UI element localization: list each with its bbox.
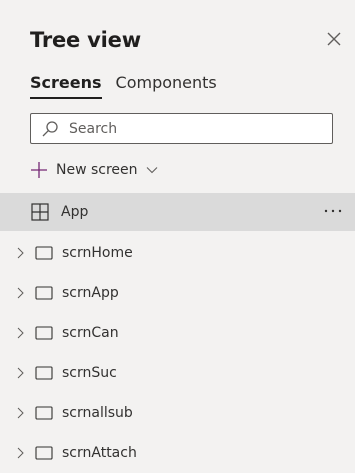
tree-item-screen[interactable]: scrnSuc	[0, 353, 355, 393]
screen-label: scrnallsub	[62, 405, 133, 421]
chevron-down-icon[interactable]	[146, 164, 158, 176]
chevron-right-icon[interactable]	[16, 407, 26, 419]
new-screen-button[interactable]: New screen	[30, 156, 158, 184]
search-input[interactable]: Search	[30, 113, 333, 144]
screen-icon	[35, 446, 53, 460]
app-icon	[31, 203, 49, 221]
screen-label: scrnAttach	[62, 445, 137, 461]
screen-list: scrnHome scrnApp scrnCan scrnSuc scrnall…	[0, 233, 355, 473]
screen-label: scrnHome	[62, 245, 133, 261]
screen-icon	[35, 366, 53, 380]
tree-view-panel: Tree view Screens Components Search New …	[0, 0, 355, 471]
tab-bar: Screens Components	[30, 73, 217, 99]
chevron-right-icon[interactable]	[16, 447, 26, 459]
tree-item-app[interactable]: App	[0, 193, 355, 231]
panel-title: Tree view	[30, 28, 141, 52]
new-screen-label: New screen	[56, 162, 138, 178]
screen-label: scrnApp	[62, 285, 119, 301]
chevron-right-icon[interactable]	[16, 327, 26, 339]
close-icon	[327, 32, 341, 46]
tree-item-screen[interactable]: scrnallsub	[0, 393, 355, 433]
screen-icon	[35, 246, 53, 260]
search-icon	[42, 120, 58, 136]
tree-item-screen[interactable]: scrnCan	[0, 313, 355, 353]
tree-item-screen[interactable]: scrnHome	[0, 233, 355, 273]
screen-label: scrnCan	[62, 325, 119, 341]
tab-screens[interactable]: Screens	[30, 73, 102, 99]
search-placeholder: Search	[69, 120, 118, 137]
more-options-button[interactable]	[320, 200, 346, 222]
app-label: App	[61, 204, 89, 220]
plus-icon	[31, 162, 47, 178]
tab-components[interactable]: Components	[116, 73, 217, 99]
chevron-right-icon[interactable]	[16, 247, 26, 259]
more-icon	[324, 209, 342, 213]
screen-icon	[35, 406, 53, 420]
close-button[interactable]	[322, 27, 346, 51]
screen-icon	[35, 286, 53, 300]
chevron-right-icon[interactable]	[16, 287, 26, 299]
tree-item-screen[interactable]: scrnAttach	[0, 433, 355, 473]
tree-item-screen[interactable]: scrnApp	[0, 273, 355, 313]
screen-icon	[35, 326, 53, 340]
chevron-right-icon[interactable]	[16, 367, 26, 379]
screen-label: scrnSuc	[62, 365, 117, 381]
